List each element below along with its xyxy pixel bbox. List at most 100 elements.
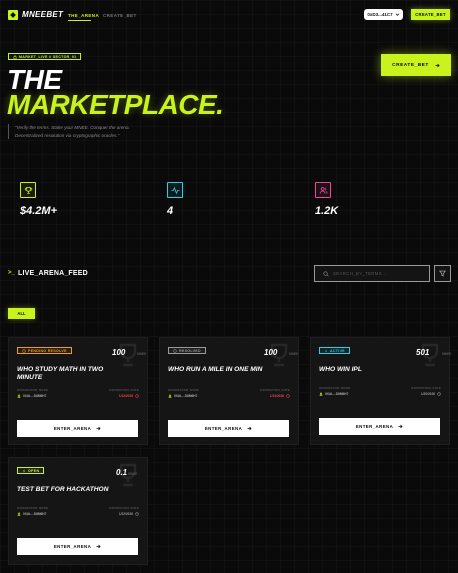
card-title[interactable]: WHO STUDY MATH IN TWO MINUTE xyxy=(17,366,127,381)
expiration-label: EXPIRATION_DATE xyxy=(411,386,441,390)
originator-label: ORIGINATOR_NODE xyxy=(17,388,49,392)
clock-icon xyxy=(286,394,290,398)
search-box[interactable] xyxy=(314,265,430,282)
enter-arena-button[interactable]: ENTER_ARENA xyxy=(17,420,138,437)
feed-title: LIVE_ARENA_FEED xyxy=(18,270,88,277)
arrow-right-icon xyxy=(247,426,252,431)
bolt-icon xyxy=(325,348,327,353)
clock-icon xyxy=(135,512,139,516)
originator-label: ORIGINATOR_NODE xyxy=(319,386,351,390)
arrow-right-icon xyxy=(96,426,101,431)
hero-subtitle: "Verify the terms. Stake your MNEE. Conq… xyxy=(15,124,130,140)
enter-arena-button[interactable]: ENTER_ARENA xyxy=(168,420,289,437)
originator-address: 0XAL...D8M6H7 xyxy=(174,394,198,398)
originator-value: 0XAL...D8M6H7 xyxy=(17,394,46,398)
expiration-label: EXPIRATION_DATE xyxy=(109,388,139,392)
expiration-date: 1/13/2026 xyxy=(118,394,133,398)
expiration-value: 1/20/2026 xyxy=(421,392,441,396)
expiration-date: 1/22/2026 xyxy=(118,512,133,516)
expiration-date: 1/20/2026 xyxy=(420,392,435,396)
user-icon xyxy=(17,394,21,398)
expiration-label: EXPIRATION_DATE xyxy=(109,506,139,510)
originator-address: 0XAL...D8M6H7 xyxy=(325,392,349,396)
nav-link-create[interactable]: CREATE_BET xyxy=(103,13,137,18)
enter-arena-button[interactable]: ENTER_ARENA xyxy=(17,538,138,555)
originator-address: 0XAL...D8M6H7 xyxy=(23,394,47,398)
bet-card[interactable]: ACTIVE 501 MNEE WHO WIN IPL ORIGINATOR_N… xyxy=(310,337,451,445)
card-status-text: PENDING RESOLVE xyxy=(28,348,67,353)
originator-label: ORIGINATOR_NODE xyxy=(17,506,49,510)
market-live-text: MARKET_LIVE // SECTOR_01 xyxy=(19,54,77,59)
activity-icon xyxy=(167,182,183,198)
arrow-right-icon xyxy=(398,424,403,429)
card-title[interactable]: TEST BET FOR HACKATHON xyxy=(17,486,127,494)
originator-value: 0XAL...D8M6H7 xyxy=(319,392,348,396)
card-amount: 501 xyxy=(416,348,430,357)
bolt-icon xyxy=(23,468,25,473)
enter-arena-label: ENTER_ARENA xyxy=(53,544,92,549)
originator-value: 0XAL...D8M6H7 xyxy=(168,394,197,398)
hero-subtitle-line2: Decentralized resolution via cryptograph… xyxy=(15,133,120,138)
bet-card[interactable]: RESOLVED 100 MNEE WHO RUN A MILE IN ONE … xyxy=(159,337,299,445)
clock-icon xyxy=(22,348,26,353)
clock-icon xyxy=(135,394,139,398)
chevron-down-icon xyxy=(395,13,399,16)
enter-arena-label: ENTER_ARENA xyxy=(355,424,394,429)
user-icon xyxy=(17,512,21,516)
card-amount: 100 xyxy=(264,348,278,357)
card-status-badge: RESOLVED xyxy=(168,347,206,354)
search-input[interactable] xyxy=(333,271,423,276)
nav-link-arena[interactable]: THE_ARENA xyxy=(68,13,99,18)
card-amount-unit: MNEE xyxy=(137,352,147,356)
expiration-value: 1/22/2026 xyxy=(119,512,139,516)
search-icon xyxy=(323,270,329,277)
wallet-address: 0xD3...41C7 xyxy=(367,12,393,17)
filter-tab-all[interactable]: ALL xyxy=(8,308,35,319)
expiration-date: 1/13/2026 xyxy=(269,394,284,398)
enter-arena-label: ENTER_ARENA xyxy=(53,426,92,431)
user-icon xyxy=(319,392,323,396)
card-title[interactable]: WHO WIN IPL xyxy=(319,366,429,374)
nav-active-indicator xyxy=(68,20,91,21)
stat-users: 1.2K xyxy=(315,205,339,217)
logo-icon[interactable] xyxy=(8,10,18,20)
card-amount-unit: MNEE xyxy=(289,352,299,356)
card-status-badge: PENDING RESOLVE xyxy=(17,347,72,354)
market-live-badge: MARKET_LIVE // SECTOR_01 xyxy=(8,53,82,60)
arrow-right-icon xyxy=(96,544,101,549)
originator-label: ORIGINATOR_NODE xyxy=(168,388,200,392)
hero-quote-bar xyxy=(8,124,9,139)
filter-icon xyxy=(439,270,446,277)
check-circle-icon xyxy=(173,348,177,353)
logo-text[interactable]: MNEEBET xyxy=(22,10,63,19)
card-title[interactable]: WHO RUN A MILE IN ONE MIN xyxy=(168,366,278,374)
card-status-text: OPEN xyxy=(28,468,40,473)
card-status-badge: OPEN xyxy=(17,467,45,474)
filter-button[interactable] xyxy=(434,265,451,282)
originator-value: 0XAL...D8M6H7 xyxy=(17,512,46,516)
card-status-text: RESOLVED xyxy=(179,348,201,353)
terminal-icon: >_ xyxy=(8,270,15,276)
originator-address: 0XAL...D8M6H7 xyxy=(23,512,47,516)
bet-card[interactable]: PENDING RESOLVE 100 MNEE WHO STUDY MATH … xyxy=(8,337,148,445)
bet-card[interactable]: OPEN 0.1 MNEE TEST BET FOR HACKATHON ORI… xyxy=(8,457,148,565)
enter-arena-label: ENTER_ARENA xyxy=(204,426,243,431)
card-amount-unit: MNEE xyxy=(128,472,138,476)
hero-subtitle-line1: "Verify the terms. Stake your MNEE. Conq… xyxy=(15,125,130,130)
lock-icon xyxy=(13,54,17,59)
arrow-right-icon xyxy=(435,63,440,67)
card-amount: 100 xyxy=(112,348,126,357)
wallet-button[interactable]: 0xD3...41C7 xyxy=(364,9,403,20)
hero-create-label: CREATE_BET xyxy=(392,62,429,68)
users-icon xyxy=(315,182,331,198)
user-icon xyxy=(168,394,172,398)
expiration-value: 1/13/2026 xyxy=(270,394,290,398)
card-amount: 0.1 xyxy=(116,468,128,477)
card-status-badge: ACTIVE xyxy=(319,347,350,354)
enter-arena-button[interactable]: ENTER_ARENA xyxy=(319,418,440,435)
expiration-value: 1/13/2026 xyxy=(119,394,139,398)
hero-create-bet-button[interactable]: CREATE_BET xyxy=(381,54,451,76)
nav-create-bet-button[interactable]: CREATE_BET xyxy=(411,9,450,20)
stat-active-bets: 4 xyxy=(167,205,174,217)
hero-title-line2: MARKETPLACE. xyxy=(7,89,224,120)
